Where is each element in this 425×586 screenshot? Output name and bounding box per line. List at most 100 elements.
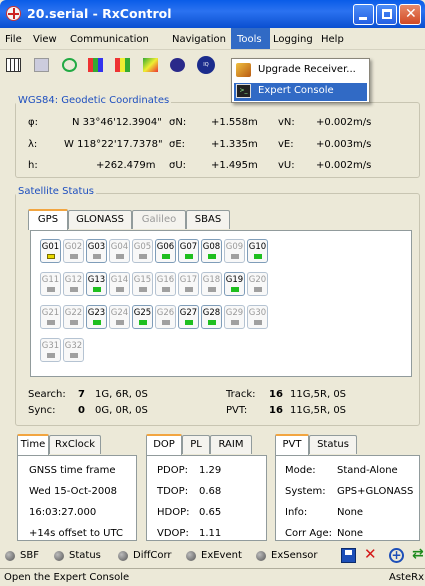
satellite-id: G27 — [179, 308, 198, 318]
exsensor-label[interactable]: ExSensor — [271, 550, 318, 561]
satellite-button[interactable]: G23 — [86, 305, 107, 329]
info-label: Info: — [285, 507, 308, 518]
satellite-signal-indicator — [93, 287, 101, 292]
satellite-button[interactable]: G15 — [132, 272, 153, 296]
menu-navigation[interactable]: Navigation — [172, 34, 226, 45]
tab-sbas[interactable]: SBAS — [186, 210, 230, 229]
close-button[interactable]: ✕ — [399, 4, 421, 25]
satellite-button[interactable]: G04 — [109, 239, 130, 263]
satellite-button[interactable]: G22 — [63, 305, 84, 329]
satellite-button[interactable]: G17 — [178, 272, 199, 296]
nmea-icon[interactable] — [170, 58, 185, 72]
satellite-signal-indicator — [231, 287, 239, 292]
signal-chart-icon[interactable] — [115, 58, 130, 72]
satellite-button[interactable]: G31 — [40, 338, 61, 362]
menu-logging[interactable]: Logging — [273, 34, 313, 45]
menu-item-upgrade-receiver[interactable]: Upgrade Receiver... — [258, 64, 356, 75]
satellite-signal-indicator — [47, 320, 55, 325]
satellite-id: G01 — [41, 242, 60, 252]
satellite-button[interactable]: G29 — [224, 305, 245, 329]
tab-dop[interactable]: DOP — [146, 434, 182, 455]
pvt-panel: Mode: Stand-Alone System: GPS+GLONASS In… — [275, 455, 420, 541]
satellite-button[interactable]: G19 — [224, 272, 245, 296]
satellite-button[interactable]: G25 — [132, 305, 153, 329]
menu-file[interactable]: File — [5, 34, 22, 45]
satellite-button[interactable]: G13 — [86, 272, 107, 296]
satellite-button[interactable]: G08 — [201, 239, 222, 263]
rinex-icon[interactable]: IQ — [197, 56, 215, 74]
menu-help[interactable]: Help — [321, 34, 344, 45]
satellite-button[interactable]: G12 — [63, 272, 84, 296]
bar-chart-icon[interactable] — [88, 58, 103, 72]
satellite-button[interactable]: G11 — [40, 272, 61, 296]
exevent-label[interactable]: ExEvent — [201, 550, 242, 561]
satellite-id: G12 — [64, 275, 83, 285]
satellite-button[interactable]: G07 — [178, 239, 199, 263]
tab-rxclock[interactable]: RxClock — [49, 435, 101, 454]
satellite-id: G10 — [248, 242, 267, 252]
save-icon[interactable] — [341, 548, 356, 563]
tools-dropdown: Upgrade Receiver... >_ Expert Console — [231, 58, 370, 103]
satellite-button[interactable]: G02 — [63, 239, 84, 263]
satellite-signal-indicator — [208, 287, 216, 292]
tab-galileo[interactable]: Galileo — [132, 210, 186, 229]
tab-pvt[interactable]: PVT — [275, 434, 309, 455]
target-icon[interactable] — [62, 58, 77, 72]
satellite-id: G25 — [133, 308, 152, 318]
status-label[interactable]: Status — [69, 550, 101, 561]
satellite-id: G31 — [41, 341, 60, 351]
sbf-label[interactable]: SBF — [20, 550, 39, 561]
satellite-button[interactable]: G21 — [40, 305, 61, 329]
satellite-id: G20 — [248, 275, 267, 285]
satellite-button[interactable]: G30 — [247, 305, 268, 329]
satellite-button[interactable]: G28 — [201, 305, 222, 329]
sky-plot-icon[interactable] — [143, 58, 158, 72]
satellite-button[interactable]: G09 — [224, 239, 245, 263]
satellite-button[interactable]: G05 — [132, 239, 153, 263]
hdop-label: HDOP: — [157, 507, 190, 518]
satellite-button[interactable]: G01 — [40, 239, 61, 263]
grid-view-icon[interactable] — [6, 58, 21, 72]
status-right: AsteRx — [389, 572, 424, 583]
add-icon[interactable]: + — [389, 548, 404, 563]
diffcorr-label[interactable]: DiffCorr — [133, 550, 172, 561]
time-panel: GNSS time frame Wed 15-Oct-2008 16:03:27… — [17, 455, 137, 541]
satellite-signal-indicator — [254, 254, 262, 259]
status-led-icon — [54, 551, 64, 561]
track-detail: 11G,5R, 0S — [290, 389, 347, 400]
satellite-button[interactable]: G27 — [178, 305, 199, 329]
satellite-button[interactable]: G16 — [155, 272, 176, 296]
map-view-icon[interactable] — [34, 58, 49, 72]
satellite-button[interactable]: G03 — [86, 239, 107, 263]
menu-tools[interactable]: Tools — [237, 34, 262, 45]
tab-raim[interactable]: RAIM — [210, 435, 252, 454]
satellite-button[interactable]: G32 — [63, 338, 84, 362]
satellite-id: G15 — [133, 275, 152, 285]
minimize-button[interactable] — [353, 4, 374, 25]
sync-detail: 0G, 0R, 0S — [95, 405, 148, 416]
tab-time[interactable]: Time — [17, 434, 49, 455]
menu-communication[interactable]: Communication — [70, 34, 149, 45]
menu-view[interactable]: View — [33, 34, 57, 45]
mode-value: Stand-Alone — [337, 465, 398, 476]
satellite-button[interactable]: G18 — [201, 272, 222, 296]
satellite-button[interactable]: G26 — [155, 305, 176, 329]
info-value: None — [337, 507, 364, 518]
satellite-button[interactable]: G14 — [109, 272, 130, 296]
satellite-button[interactable]: G06 — [155, 239, 176, 263]
connect-icon[interactable]: ⇄ — [412, 546, 424, 562]
satellite-button[interactable]: G24 — [109, 305, 130, 329]
menu-item-expert-console[interactable]: Expert Console — [258, 85, 334, 96]
disconnect-icon[interactable]: ✕ — [364, 545, 377, 563]
tab-gps[interactable]: GPS — [28, 209, 68, 230]
satellite-signal-indicator — [185, 320, 193, 325]
maximize-button[interactable] — [376, 4, 397, 25]
diffcorr-led-icon — [118, 551, 128, 561]
satellite-button[interactable]: G10 — [247, 239, 268, 263]
tab-status[interactable]: Status — [309, 435, 357, 454]
tab-glonass[interactable]: GLONASS — [68, 210, 132, 229]
system-label: System: — [285, 486, 326, 497]
tab-pl[interactable]: PL — [182, 435, 210, 454]
satellite-button[interactable]: G20 — [247, 272, 268, 296]
status-bar: Open the Expert Console AsteRx — [0, 568, 425, 586]
